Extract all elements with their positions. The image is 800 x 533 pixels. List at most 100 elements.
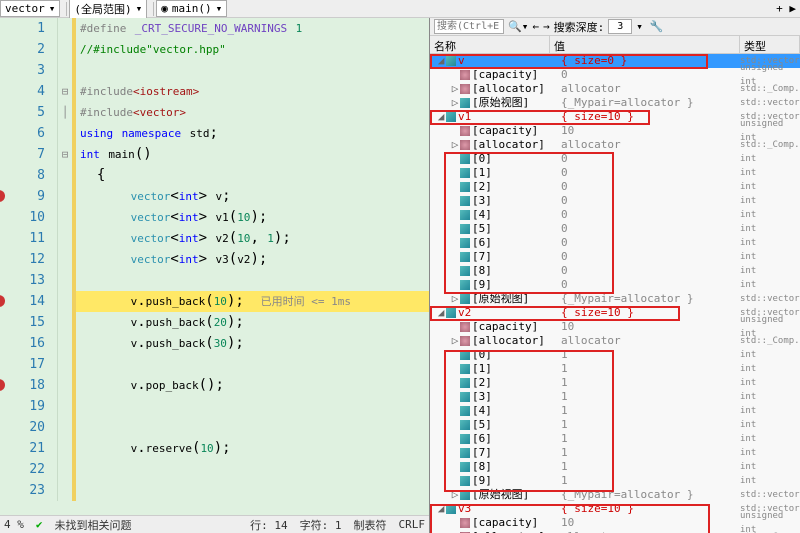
cube-icon (460, 154, 470, 164)
expand-icon[interactable]: ▷ (450, 292, 460, 306)
cube-icon (446, 504, 456, 514)
code-line[interactable]: 18 v.pop_back(); (0, 375, 429, 396)
watch-row[interactable]: [8]1int (430, 460, 800, 474)
cube-icon (460, 280, 470, 290)
watch-row[interactable]: [7]1int (430, 446, 800, 460)
expand-icon[interactable]: ◢ (436, 110, 446, 124)
code-line[interactable]: 7⊟int main() (0, 144, 429, 165)
watch-row[interactable]: [0]1int (430, 348, 800, 362)
cube-icon (460, 378, 470, 388)
code-line[interactable]: 13 (0, 270, 429, 291)
code-line[interactable]: 20 (0, 417, 429, 438)
watch-row[interactable]: [7]0int (430, 250, 800, 264)
watch-row[interactable]: [2]0int (430, 180, 800, 194)
watch-row[interactable]: ▷[allocator]allocatorstd::_Comp... (430, 82, 800, 96)
expand-icon[interactable]: ◢ (436, 306, 446, 320)
watch-row[interactable]: [9]0int (430, 278, 800, 292)
code-line[interactable]: 10 vector<int> v1(10); (0, 207, 429, 228)
expand-icon[interactable]: ◢ (436, 502, 446, 516)
depth-input[interactable] (608, 19, 632, 34)
watch-row[interactable]: [6]0int (430, 236, 800, 250)
watch-toolbar: 🔍▾ ← → 搜索深度: ▾ 🔧 (430, 18, 800, 36)
scope-global-combo[interactable]: (全局范围)▾ (69, 0, 147, 19)
cube-icon (460, 364, 470, 374)
expand-icon[interactable]: ▷ (450, 488, 460, 502)
watch-row[interactable]: ▷[原始视图]{_Mypair=allocator }std::vector..… (430, 488, 800, 502)
code-line[interactable]: 11 vector<int> v2(10, 1); (0, 228, 429, 249)
code-line[interactable]: 23 (0, 480, 429, 501)
watch-row[interactable]: [4]0int (430, 208, 800, 222)
gear-icon (460, 70, 470, 80)
back-icon[interactable]: ← (532, 20, 539, 33)
watch-row[interactable]: ▷[allocator]allocatorstd::_Comp... (430, 334, 800, 348)
breakpoint-icon[interactable] (0, 379, 5, 391)
expand-icon[interactable]: ◢ (436, 54, 446, 68)
expand-icon[interactable]: ▷ (450, 82, 460, 96)
code-line[interactable]: 9 vector<int> v; (0, 186, 429, 207)
gear-icon (460, 140, 470, 150)
code-line[interactable]: 21 v.reserve(10); (0, 438, 429, 459)
watch-row[interactable]: ▷[原始视图]{_Mypair=allocator }std::vector..… (430, 292, 800, 306)
code-line[interactable]: 5│#include<vector> (0, 102, 429, 123)
cube-icon (460, 266, 470, 276)
watch-row[interactable]: [capacity]0unsigned int (430, 68, 800, 82)
watch-row[interactable]: [1]1int (430, 362, 800, 376)
cube-icon (460, 392, 470, 402)
watch-row[interactable]: [3]1int (430, 390, 800, 404)
watch-row[interactable]: ▷[allocator]allocatorstd::_Comp... (430, 138, 800, 152)
cube-icon (446, 56, 456, 66)
watch-row[interactable]: [capacity]10unsigned int (430, 124, 800, 138)
search-icon[interactable]: 🔍▾ (508, 20, 528, 33)
code-line[interactable]: 19 (0, 396, 429, 417)
chevron-down-icon: ▾ (49, 2, 56, 15)
function-combo[interactable]: ◉main()▾ (156, 0, 227, 17)
gear-icon (460, 126, 470, 136)
breakpoint-icon[interactable] (0, 190, 5, 202)
watch-tree[interactable]: ◢v{ size=0 }std::vector...[capacity]0uns… (430, 54, 800, 533)
code-line[interactable]: 22 (0, 459, 429, 480)
cube-icon (460, 196, 470, 206)
cube-icon (460, 98, 470, 108)
check-icon: ✔ (36, 518, 43, 531)
code-line[interactable]: 4⊟#include<iostream> (0, 81, 429, 102)
watch-row[interactable]: [0]0int (430, 152, 800, 166)
code-line[interactable]: 14 v.push_back(10); 已用时间 <= 1ms (0, 291, 429, 312)
watch-row[interactable]: [9]1int (430, 474, 800, 488)
cube-icon (460, 350, 470, 360)
forward-icon[interactable]: → (543, 20, 550, 33)
code-line[interactable]: 3 (0, 60, 429, 81)
watch-row[interactable]: [capacity]10unsigned int (430, 516, 800, 530)
cube-icon (460, 448, 470, 458)
filter-icon[interactable]: ▾ 🔧 (636, 20, 663, 33)
code-line[interactable]: 6using namespace std; (0, 123, 429, 144)
gear-icon (460, 322, 470, 332)
cube-icon (460, 462, 470, 472)
watch-row[interactable]: [3]0int (430, 194, 800, 208)
nav-buttons[interactable]: + ▶ (776, 2, 800, 15)
expand-icon[interactable]: ▷ (450, 334, 460, 348)
watch-row[interactable]: ▷[原始视图]{_Mypair=allocator }std::vector..… (430, 96, 800, 110)
watch-row[interactable]: [1]0int (430, 166, 800, 180)
watch-row[interactable]: [2]1int (430, 376, 800, 390)
code-line[interactable]: 1#define _CRT_SECURE_NO_WARNINGS 1 (0, 18, 429, 39)
watch-row[interactable]: [5]1int (430, 418, 800, 432)
watch-row[interactable]: [8]0int (430, 264, 800, 278)
expand-icon[interactable]: ▷ (450, 138, 460, 152)
scope-combo[interactable]: vector▾ (0, 0, 60, 17)
watch-row[interactable]: [6]1int (430, 432, 800, 446)
watch-row[interactable]: [capacity]10unsigned int (430, 320, 800, 334)
code-editor[interactable]: 1#define _CRT_SECURE_NO_WARNINGS 12//#in… (0, 18, 429, 515)
watch-row[interactable]: [5]0int (430, 222, 800, 236)
code-line[interactable]: 2//#include"vector.hpp" (0, 39, 429, 60)
watch-header: 名称 值 类型 (430, 36, 800, 54)
search-input[interactable] (434, 19, 504, 34)
expand-icon[interactable]: ▷ (450, 96, 460, 110)
watch-row[interactable]: [4]1int (430, 404, 800, 418)
breakpoint-icon[interactable] (0, 295, 5, 307)
cube-icon (460, 434, 470, 444)
code-line[interactable]: 16 v.push_back(30); (0, 333, 429, 354)
code-line[interactable]: 8 { (0, 165, 429, 186)
code-line[interactable]: 12 vector<int> v3(v2); (0, 249, 429, 270)
code-line[interactable]: 15 v.push_back(20); (0, 312, 429, 333)
code-line[interactable]: 17 (0, 354, 429, 375)
